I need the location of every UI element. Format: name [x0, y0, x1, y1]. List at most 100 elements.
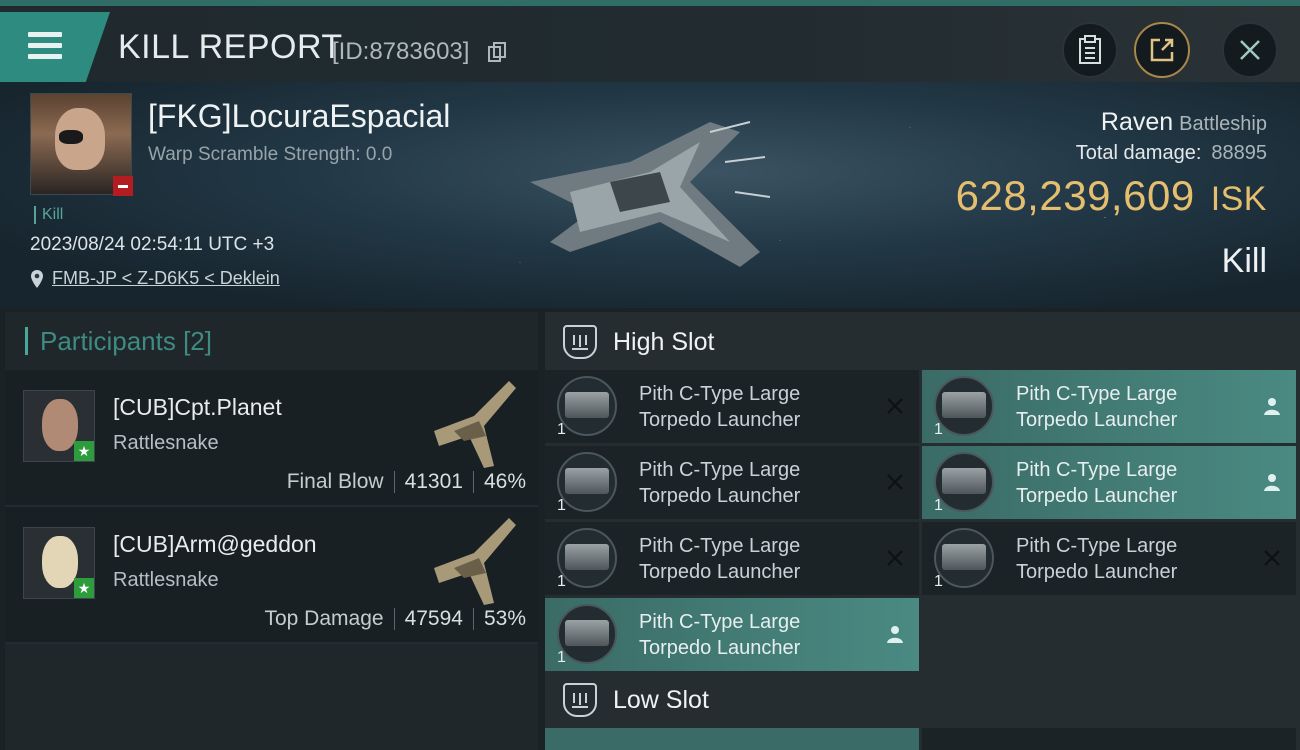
module-name-line1: Pith C-Type Large — [639, 458, 801, 481]
close-icon — [1240, 40, 1260, 60]
location-link[interactable]: FMB-JP < Z-D6K5 < Deklein — [52, 268, 280, 289]
participant-row[interactable]: ★ [CUB]Cpt.Planet Rattlesnake Final Blow… — [5, 370, 538, 507]
victim-banner: [FKG]LocuraEspacial Warp Scramble Streng… — [0, 82, 1300, 308]
module-icon: 1 — [922, 522, 996, 595]
participant-role: Top Damage — [264, 607, 384, 630]
dropped-icon — [1260, 470, 1284, 494]
participant-stats: Final Blow 41301 46% — [287, 470, 526, 494]
participants-title: Participants [2] — [40, 325, 212, 356]
module-quantity: 1 — [934, 573, 943, 590]
module-name-line1: Pith C-Type Large — [639, 382, 801, 405]
module-name-line1: Pith C-Type Large — [639, 610, 801, 633]
hamburger-icon — [28, 32, 62, 60]
module-name-line1: Pith C-Type Large — [639, 534, 801, 557]
participant-avatar[interactable]: ★ — [23, 390, 95, 462]
module-quantity: 1 — [557, 497, 566, 514]
destroyed-icon — [883, 470, 907, 494]
low-slot-module-peek[interactable] — [922, 728, 1296, 750]
star-icon: ★ — [74, 441, 94, 461]
share-button[interactable] — [1134, 22, 1190, 78]
location-pin-icon — [31, 269, 43, 288]
module-icon: 1 — [545, 370, 619, 443]
participant-percent: 46% — [483, 470, 526, 493]
close-button[interactable] — [1222, 22, 1278, 78]
module-quantity: 1 — [557, 573, 566, 590]
module-icon: 1 — [922, 370, 996, 443]
participant-row[interactable]: ★ [CUB]Arm@geddon Rattlesnake Top Damage… — [5, 507, 538, 644]
clipboard-button[interactable] — [1062, 22, 1118, 78]
destroyed-icon — [1260, 546, 1284, 570]
participant-damage: 47594 — [404, 607, 463, 630]
isk-unit: ISK — [1210, 180, 1267, 218]
module-quantity: 1 — [557, 649, 566, 666]
participant-name: [CUB]Cpt.Planet — [113, 394, 282, 420]
module-name-line2: Torpedo Launcher — [639, 408, 801, 431]
module-slot[interactable]: 1 Pith C-Type Large Torpedo Launcher — [545, 598, 919, 671]
high-slot-icon — [563, 325, 597, 359]
dropped-icon — [883, 622, 907, 646]
participant-stats: Top Damage 47594 53% — [264, 607, 526, 631]
module-quantity: 1 — [557, 421, 566, 438]
participant-percent: 53% — [483, 607, 526, 630]
victim-avatar[interactable] — [30, 93, 133, 196]
module-name-line1: Pith C-Type Large — [1016, 458, 1178, 481]
title-bar: KILL REPORT [ID:8783603] — [0, 0, 1300, 82]
isk-value: 628,239,609 ISK — [956, 172, 1267, 220]
module-icon: 1 — [545, 522, 619, 595]
total-damage-label: Total damage: — [1075, 142, 1202, 164]
participants-panel: Participants [2] ★ [CUB]Cpt.Planet Rattl… — [5, 312, 538, 750]
module-slot[interactable]: 1 Pith C-Type Large Torpedo Launcher — [922, 522, 1296, 595]
module-slot[interactable]: 1 Pith C-Type Large Torpedo Launcher — [545, 522, 919, 595]
ship-name: Raven — [1100, 108, 1174, 136]
copy-icon[interactable] — [488, 42, 506, 62]
module-name-line2: Torpedo Launcher — [639, 636, 801, 659]
report-id: [ID:8783603] — [332, 38, 470, 65]
module-icon: 1 — [545, 598, 619, 671]
participants-header: Participants [2] — [5, 312, 538, 370]
clipboard-icon — [1079, 35, 1101, 64]
participant-name: [CUB]Arm@geddon — [113, 531, 317, 557]
module-name-line2: Torpedo Launcher — [639, 560, 801, 583]
page-title: KILL REPORT — [118, 28, 343, 66]
module-quantity: 1 — [934, 421, 943, 438]
kill-datetime: 2023/08/24 02:54:11 UTC +3 — [30, 234, 275, 255]
victim-ship[interactable]: Raven Battleship — [1101, 108, 1267, 137]
high-slot-label: High Slot — [613, 327, 715, 356]
warp-scramble-strength: Warp Scramble Strength: 0.0 — [148, 144, 393, 165]
participant-avatar[interactable]: ★ — [23, 527, 95, 599]
victim-ship-image — [530, 121, 771, 267]
module-slot[interactable]: 1 Pith C-Type Large Torpedo Launcher — [545, 370, 919, 443]
module-quantity: 1 — [934, 497, 943, 514]
low-slot-header: Low Slot — [545, 672, 1300, 728]
participant-ship: Rattlesnake — [113, 569, 219, 591]
participant-ship-icon — [434, 381, 516, 468]
destroyed-icon — [883, 394, 907, 418]
module-name-line1: Pith C-Type Large — [1016, 382, 1178, 405]
fitting-panel: High Slot 1 Pith C-Type Large Torpedo Lau… — [545, 312, 1300, 750]
high-slot-header: High Slot — [545, 314, 1300, 370]
victim-name[interactable]: [FKG]LocuraEspacial — [148, 98, 450, 135]
destroyed-icon — [883, 546, 907, 570]
module-slot[interactable]: 1 Pith C-Type Large Torpedo Launcher — [922, 446, 1296, 519]
ship-class: Battleship — [1179, 113, 1267, 135]
menu-button[interactable] — [0, 12, 110, 82]
module-icon: 1 — [545, 446, 619, 519]
isk-amount: 628,239,609 — [955, 172, 1195, 219]
low-slot-module-peek[interactable] — [545, 728, 919, 750]
participant-role: Final Blow — [286, 470, 384, 493]
module-slot[interactable]: 1 Pith C-Type Large Torpedo Launcher — [922, 370, 1296, 443]
negative-standing-icon — [113, 176, 133, 196]
kill-location[interactable]: FMB-JP < Z-D6K5 < Deklein — [30, 268, 280, 289]
total-damage: Total damage: 88895 — [1076, 142, 1267, 165]
module-slot[interactable]: 1 Pith C-Type Large Torpedo Launcher — [545, 446, 919, 519]
kill-tag: Kill — [34, 206, 63, 224]
low-slot-label: Low Slot — [613, 685, 709, 714]
module-icon: 1 — [922, 446, 996, 519]
dropped-icon — [1260, 394, 1284, 418]
participant-ship: Rattlesnake — [113, 432, 219, 454]
module-name-line2: Torpedo Launcher — [1016, 560, 1178, 583]
module-name-line2: Torpedo Launcher — [1016, 484, 1178, 507]
low-slot-icon — [563, 683, 597, 717]
star-icon: ★ — [74, 578, 94, 598]
result-label: Kill — [1221, 242, 1267, 280]
